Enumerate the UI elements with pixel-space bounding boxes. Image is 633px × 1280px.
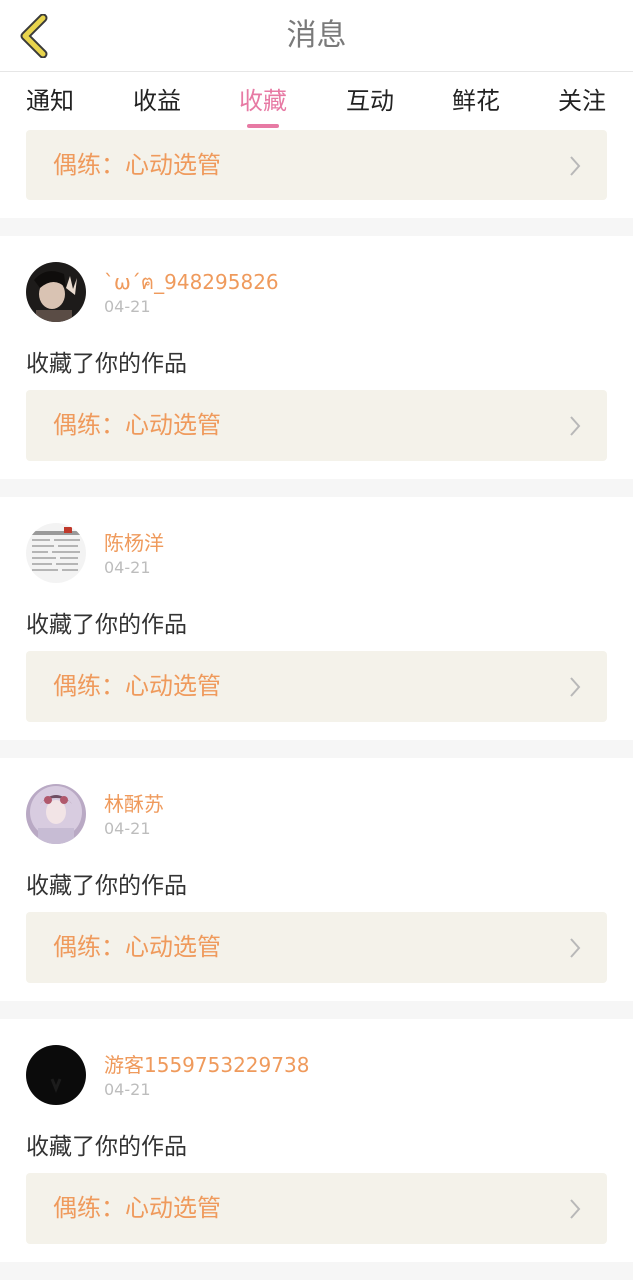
tab-bar: 通知 收益 收藏 互动 鲜花 关注 bbox=[0, 73, 633, 135]
section-divider bbox=[0, 740, 633, 758]
work-title: 偶练：心动选管 bbox=[53, 672, 221, 700]
avatar[interactable] bbox=[26, 1045, 86, 1105]
username[interactable]: `ω´ฅ_948295826 bbox=[104, 266, 279, 298]
message-item: `ω´ฅ_948295826 04-21 收藏了你的作品 偶练：心动选管 bbox=[0, 236, 633, 479]
work-title: 偶练：心动选管 bbox=[53, 1194, 221, 1222]
message-item: 游客1559753229738 04-21 收藏了你的作品 偶练：心动选管 bbox=[0, 1019, 633, 1262]
section-divider bbox=[0, 1262, 633, 1280]
action-text: 收藏了你的作品 bbox=[26, 351, 187, 377]
chevron-right-icon bbox=[570, 156, 581, 176]
work-card[interactable]: 偶练：心动选管 bbox=[26, 390, 607, 461]
chevron-right-icon bbox=[570, 677, 581, 697]
user-photo-icon bbox=[26, 262, 86, 322]
date: 04-21 bbox=[104, 819, 151, 838]
tab-label: 收藏 bbox=[239, 87, 287, 115]
work-card[interactable]: 偶练：心动选管 bbox=[26, 651, 607, 722]
action-text: 收藏了你的作品 bbox=[26, 873, 187, 899]
app-root: 消息 通知 收益 收藏 互动 鲜花 关注 偶练：心动选管 `ω´ฅ_948295… bbox=[0, 0, 633, 1280]
user-photo-icon bbox=[26, 523, 86, 583]
date: 04-21 bbox=[104, 558, 151, 577]
user-photo-icon bbox=[26, 1045, 86, 1105]
tab-flowers[interactable]: 鲜花 bbox=[431, 73, 521, 135]
tab-label: 收益 bbox=[133, 87, 181, 115]
work-card[interactable]: 偶练：心动选管 bbox=[26, 130, 607, 200]
top-bar: 消息 bbox=[0, 0, 633, 72]
message-item: 陈杨洋 04-21 收藏了你的作品 偶练：心动选管 bbox=[0, 497, 633, 740]
active-tab-indicator bbox=[247, 124, 279, 128]
chevron-right-icon bbox=[570, 938, 581, 958]
date: 04-21 bbox=[104, 297, 151, 316]
work-title: 偶练：心动选管 bbox=[53, 411, 221, 439]
page-title: 消息 bbox=[286, 18, 347, 53]
message-item: 林酥苏 04-21 收藏了你的作品 偶练：心动选管 bbox=[0, 758, 633, 1001]
avatar[interactable] bbox=[26, 262, 86, 322]
tab-label: 通知 bbox=[26, 87, 74, 115]
work-title: 偶练：心动选管 bbox=[53, 151, 221, 179]
chevron-right-icon bbox=[570, 1199, 581, 1219]
section-divider bbox=[0, 479, 633, 497]
section-divider bbox=[0, 1001, 633, 1019]
section-divider bbox=[0, 218, 633, 236]
tab-label: 互动 bbox=[346, 87, 394, 115]
tab-notifications[interactable]: 通知 bbox=[5, 73, 95, 135]
user-photo-icon bbox=[26, 784, 86, 844]
action-text: 收藏了你的作品 bbox=[26, 1134, 187, 1160]
date: 04-21 bbox=[104, 1080, 151, 1099]
username[interactable]: 游客1559753229738 bbox=[104, 1049, 309, 1078]
work-title: 偶练：心动选管 bbox=[53, 933, 221, 961]
tab-label: 关注 bbox=[558, 87, 606, 115]
tab-favorites[interactable]: 收藏 bbox=[218, 73, 308, 135]
work-card[interactable]: 偶练：心动选管 bbox=[26, 1173, 607, 1244]
avatar[interactable] bbox=[26, 784, 86, 844]
username[interactable]: 陈杨洋 bbox=[104, 527, 164, 556]
tab-interactions[interactable]: 互动 bbox=[325, 73, 415, 135]
action-text: 收藏了你的作品 bbox=[26, 612, 187, 638]
avatar[interactable] bbox=[26, 523, 86, 583]
chevron-right-icon bbox=[570, 416, 581, 436]
tab-following[interactable]: 关注 bbox=[537, 73, 627, 135]
tab-label: 鲜花 bbox=[452, 87, 500, 115]
work-card[interactable]: 偶练：心动选管 bbox=[26, 912, 607, 983]
tab-earnings[interactable]: 收益 bbox=[112, 73, 202, 135]
username[interactable]: 林酥苏 bbox=[104, 788, 164, 817]
